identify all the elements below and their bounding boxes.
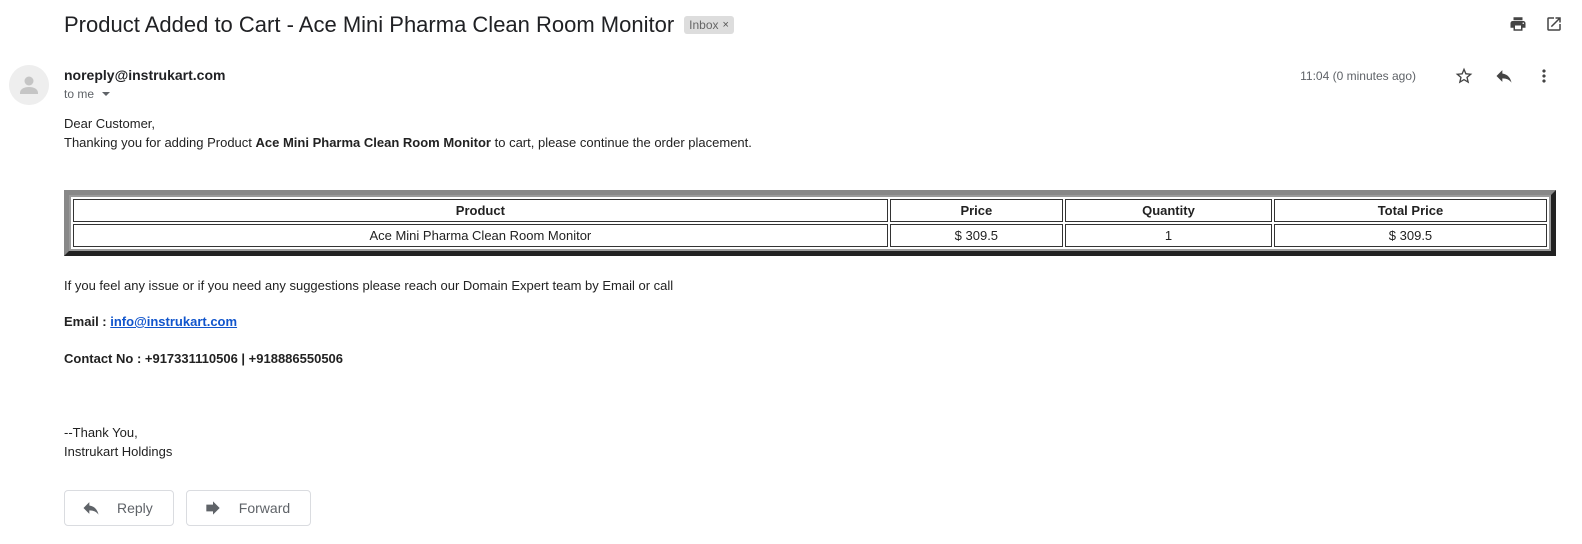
message-meta: 11:04 (0 minutes ago)	[1300, 64, 1556, 88]
cell-price: $ 309.5	[889, 224, 1063, 247]
sender-block: noreply@instrukart.com to me	[64, 67, 225, 101]
forward-button-label: Forward	[238, 500, 291, 516]
table-row: Ace Mini Pharma Clean Room Monitor $ 309…	[73, 224, 1547, 247]
signoff-company: Instrukart Holdings	[64, 444, 173, 459]
thanks-line: Thanking you for adding Product Ace Mini…	[64, 133, 1556, 152]
open-in-new-window-icon[interactable]	[1544, 14, 1564, 34]
print-icon[interactable]	[1508, 14, 1528, 34]
thread-actions	[1508, 14, 1564, 34]
sender-email[interactable]: noreply@instrukart.com	[64, 67, 225, 83]
forward-icon	[206, 501, 220, 515]
cell-product: Ace Mini Pharma Clean Room Monitor	[73, 224, 888, 247]
reply-button[interactable]: Reply	[64, 490, 174, 526]
cell-total-price: $ 309.5	[1273, 224, 1547, 247]
contact-phone-line: Contact No : +917331110506 | +9188865505…	[64, 351, 344, 366]
cart-table-frame: Product Price Quantity Total Price Ace M…	[64, 190, 1556, 256]
message-time: 11:04 (0 minutes ago)	[1300, 69, 1416, 83]
subject-row: Product Added to Cart - Ace Mini Pharma …	[64, 10, 734, 40]
greeting: Dear Customer,	[64, 116, 156, 131]
email-body: Dear Customer, Thanking you for adding P…	[64, 114, 1556, 461]
contact-email-link[interactable]: info@instrukart.com	[110, 314, 237, 329]
email-subject: Product Added to Cart - Ace Mini Pharma …	[64, 12, 675, 37]
recipient-text: to me	[64, 87, 95, 101]
chevron-down-icon[interactable]	[102, 92, 111, 96]
column-header-price: Price	[889, 199, 1063, 222]
table-header-row: Product Price Quantity Total Price	[73, 199, 1547, 222]
default-avatar-icon[interactable]	[9, 65, 49, 105]
recipient-row: to me	[64, 87, 225, 101]
star-icon[interactable]	[1452, 64, 1476, 88]
thanks-prefix: Thanking you for adding Product	[64, 135, 256, 150]
cell-quantity: 1	[1064, 224, 1272, 247]
inbox-label-text: Inbox	[689, 18, 719, 32]
thanks-suffix: to cart, please continue the order place…	[491, 135, 752, 150]
product-name: Ace Mini Pharma Clean Room Monitor	[255, 135, 491, 150]
column-header-product: Product	[73, 199, 888, 222]
forward-button[interactable]: Forward	[185, 490, 312, 526]
email-label: Email :	[64, 314, 111, 329]
reply-icon[interactable]	[1492, 64, 1516, 88]
column-header-total-price: Total Price	[1273, 199, 1547, 222]
cart-table: Product Price Quantity Total Price Ace M…	[71, 197, 1549, 249]
reply-button-label: Reply	[117, 500, 153, 516]
reply-icon	[83, 502, 99, 515]
signoff-line: --Thank You,	[64, 425, 138, 440]
contact-email-line: Email : info@instrukart.com	[64, 312, 1556, 331]
more-vert-icon[interactable]	[1532, 64, 1556, 88]
column-header-quantity: Quantity	[1064, 199, 1272, 222]
issue-text: If you feel any issue or if you need any…	[64, 278, 674, 293]
remove-label-icon[interactable]: ×	[723, 18, 729, 32]
inbox-label[interactable]: Inbox ×	[684, 16, 734, 34]
reply-forward-row: Reply Forward	[64, 490, 312, 526]
